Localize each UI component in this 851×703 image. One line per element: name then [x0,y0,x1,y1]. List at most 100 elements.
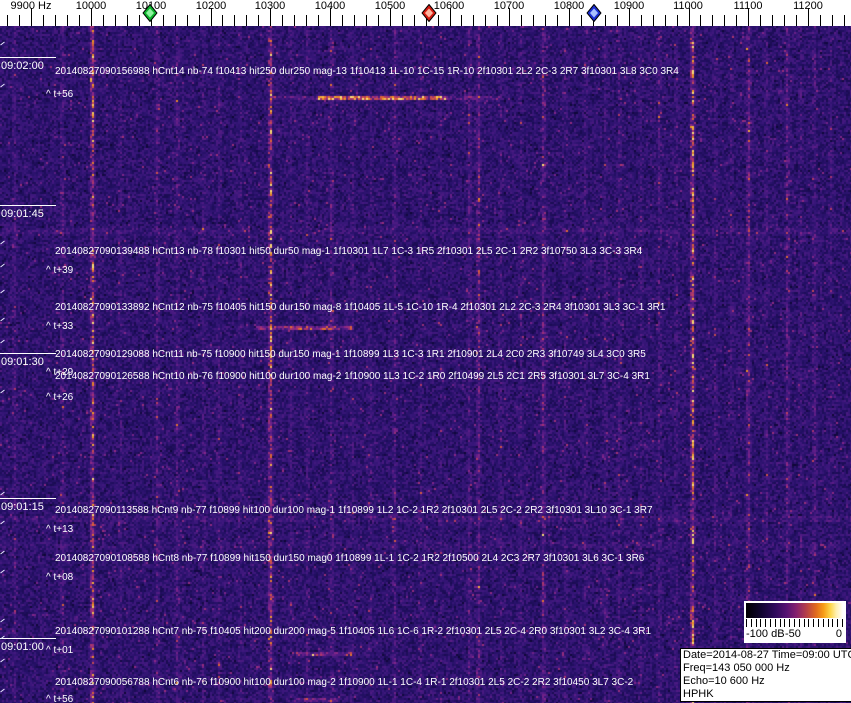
colorbar-tick [827,619,829,627]
freq-label: 10400 [314,0,346,12]
time-label-line [0,57,56,58]
colorbar-tick [813,619,815,627]
annotation-line: 20140827090108588 hCnt8 nb-77 f10899 hit… [55,553,645,564]
annotation-caret: ^ t+56 [46,694,74,703]
minor-tick [616,15,618,26]
annotation-line: 20140827090139488 hCnt13 nb-78 f10301 hi… [55,246,643,257]
annotation-line: 20140827090113588 hCnt9 nb-77 f10899 hit… [55,505,653,516]
time-label: 09:01:30 [1,356,44,368]
minor-tick [102,15,104,26]
time-label-line [0,205,56,206]
freq-label: 10300 [254,0,286,12]
minor-tick [246,15,248,26]
minor-tick [724,15,726,26]
minor-tick [55,15,57,26]
minor-tick [114,15,116,26]
freq-label: 11000 [673,0,703,12]
minor-tick [497,15,499,26]
freq-label: 10600 [433,0,465,12]
minor-tick [67,15,69,26]
marker-blue-diamond-icon [586,3,602,27]
annotation-caret: ^ t+33 [46,321,74,332]
minor-tick [306,15,308,26]
freq-label: 11100 [733,0,763,12]
annotation-caret: ^ t+01 [46,645,74,656]
colorbar-label-min: -100 dB [746,628,785,640]
minor-tick [676,15,678,26]
colorbar-ticks [746,619,843,627]
annotation-caret: ^ t+13 [46,524,74,535]
minor-tick [341,15,343,26]
minor-tick [377,15,379,26]
minor-tick [819,15,821,26]
colorbar-tick [798,619,800,627]
minor-tick [843,15,845,26]
annotation-line: 20140827090126588 hCnt10 nb-76 f10900 hi… [55,371,650,382]
freq-label: 10000 [75,0,107,12]
minor-tick [580,15,582,26]
info-line-echo: Echo=10 600 Hz [683,675,765,687]
annotation-line: 20140827090056788 hCnt6 nb-76 f10900 hit… [55,677,634,688]
colorbar-tick [755,619,757,627]
annotation-caret: ^ t+08 [46,572,74,583]
colorbar-labels: -100 dB -50 0 [746,628,843,641]
annotation-line: 20140827090133892 hCnt12 nb-75 f10405 hi… [55,302,666,313]
freq-label: 11200 [793,0,823,12]
minor-tick [461,15,463,26]
minor-tick [138,15,140,26]
colorbar-tick [837,619,839,627]
time-label: 09:01:15 [1,501,44,513]
minor-tick [19,15,21,26]
colorbar-tick [822,619,824,627]
marker-green-diamond-icon [142,3,158,27]
colorbar-tick [765,619,767,627]
colorbar-tick [818,619,819,627]
minor-tick [437,15,439,26]
colorbar-tick [808,619,810,627]
minor-tick [7,15,9,26]
time-label-line [0,638,56,639]
minor-tick [174,15,176,26]
minor-tick [700,15,702,26]
freq-label: 10700 [493,0,525,12]
info-line-date: Date=2014-08-27 Time=09:00 UTC [683,649,851,661]
minor-tick [784,15,786,26]
freq-label: 10800 [553,0,585,12]
colorbar-gradient [746,603,843,618]
annotation-line: 20140827090156988 hCnt14 nb-74 f10413 hi… [55,66,679,77]
minor-tick [831,15,833,26]
minor-tick [640,15,642,26]
minor-tick [485,15,487,26]
colorbar-tick [803,619,805,627]
colorbar-tick [779,619,781,627]
annotation-line: 20140827090129088 hCnt11 nb-75 f10900 hi… [55,349,646,360]
minor-tick [557,15,558,26]
frequency-ruler: 9900 Hz100001010010200103001040010500106… [0,0,851,26]
time-label-line [0,498,56,499]
colorbar-tick [746,619,747,627]
colorbar-tick [832,619,834,627]
info-line-station: HPHK [683,688,714,700]
minor-tick [222,15,224,26]
minor-tick [198,15,200,26]
minor-tick [664,15,666,26]
minor-tick [533,15,535,26]
minor-tick [772,15,774,26]
minor-tick [413,15,415,26]
time-label: 09:01:45 [1,208,44,220]
freq-label: 10200 [195,0,227,12]
intensity-colorbar: -100 dB -50 0 [744,601,846,643]
minor-tick [736,15,738,26]
minor-tick [282,15,284,26]
minor-tick [294,15,296,26]
minor-tick [604,15,606,26]
minor-tick [318,15,319,26]
time-label: 09:01:00 [1,641,44,653]
annotation-line: 20140827090101288 hCnt7 nb-75 f10405 hit… [55,626,652,637]
minor-tick [545,15,547,26]
annotation-caret: ^ t+56 [46,89,74,100]
minor-tick [353,15,355,26]
colorbar-tick [789,619,791,627]
colorbar-label-mid: -50 [784,628,801,640]
colorbar-tick [794,619,795,627]
